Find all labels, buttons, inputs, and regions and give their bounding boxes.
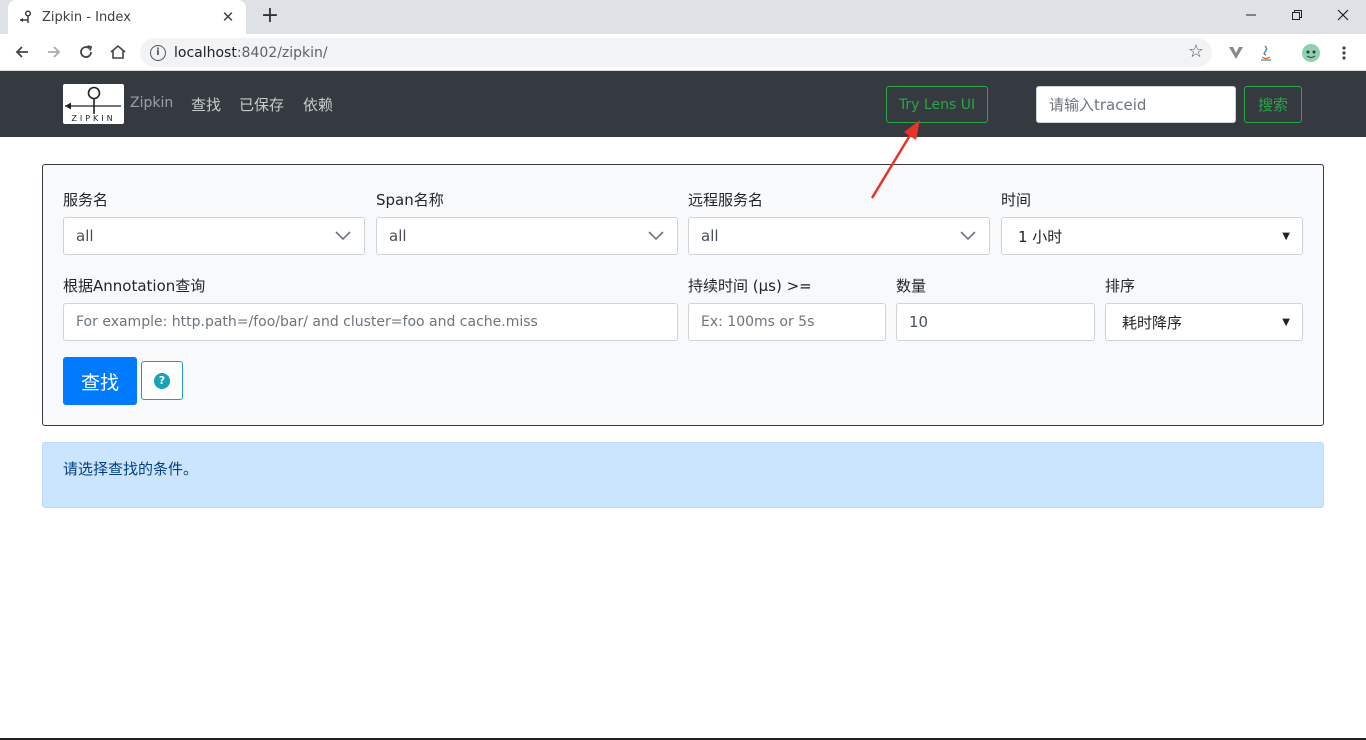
traceid-search-button[interactable]: 搜索 xyxy=(1244,86,1302,123)
limit-input[interactable]: 10 xyxy=(896,303,1095,341)
home-icon[interactable] xyxy=(106,40,130,64)
address-bar[interactable]: i localhost:8402/zipkin/ ☆ xyxy=(140,38,1212,67)
nav-link-dependencies[interactable]: 依赖 xyxy=(303,94,333,115)
min-duration-placeholder: Ex: 100ms or 5s xyxy=(701,314,815,330)
zipkin-logo[interactable]: ZIPKIN xyxy=(63,84,124,124)
caret-down-icon: ▼ xyxy=(1282,316,1290,328)
remote-service-value: all xyxy=(701,227,719,245)
minimize-icon[interactable] xyxy=(1228,0,1274,30)
extension-v-icon[interactable] xyxy=(1226,43,1246,63)
brand-name[interactable]: Zipkin xyxy=(130,95,173,111)
help-button[interactable]: ? xyxy=(141,361,183,400)
min-duration-label: 持续时间 (μs) >= xyxy=(688,277,812,295)
min-duration-input[interactable]: Ex: 100ms or 5s xyxy=(688,303,886,341)
tab-title: Zipkin - Index xyxy=(42,9,131,25)
url-host: localhost xyxy=(174,44,237,61)
back-icon[interactable] xyxy=(10,40,34,64)
restore-icon[interactable] xyxy=(1274,0,1320,30)
browser-toolbar: i localhost:8402/zipkin/ ☆ xyxy=(0,34,1366,71)
span-name-value: all xyxy=(389,227,407,245)
close-window-icon[interactable] xyxy=(1320,0,1366,30)
sort-label: 排序 xyxy=(1105,277,1136,295)
chevron-down-icon xyxy=(648,231,664,241)
app-navbar: ZIPKIN Zipkin 查找 已保存 依赖 Try Lens UI 搜索 xyxy=(0,71,1366,137)
question-circle-icon: ? xyxy=(154,372,170,389)
service-name-label: 服务名 xyxy=(63,191,109,209)
zipkin-logo-text: ZIPKIN xyxy=(71,114,116,123)
url-path: :8402/zipkin/ xyxy=(236,44,328,61)
service-name-value: all xyxy=(76,227,94,245)
find-traces-button[interactable]: 查找 xyxy=(63,357,137,405)
nav-link-find[interactable]: 查找 xyxy=(191,94,221,115)
traceid-input[interactable] xyxy=(1036,86,1236,123)
annotation-query-label: 根据Annotation查询 xyxy=(63,277,206,295)
chevron-down-icon xyxy=(335,231,351,241)
bookmark-star-icon[interactable]: ☆ xyxy=(1188,43,1204,61)
search-form: 服务名 Span名称 远程服务名 时间 all all all 1 小时 ▼ 根… xyxy=(42,164,1324,426)
limit-label: 数量 xyxy=(896,277,927,295)
chevron-down-icon xyxy=(960,231,976,241)
java-extension-icon[interactable] xyxy=(1256,43,1276,63)
nav-link-saved[interactable]: 已保存 xyxy=(239,94,284,115)
reload-icon[interactable] xyxy=(74,40,98,64)
site-info-icon[interactable]: i xyxy=(150,44,166,61)
span-name-label: Span名称 xyxy=(376,191,444,209)
remote-service-label: 远程服务名 xyxy=(688,191,764,209)
service-name-select[interactable]: all xyxy=(63,217,365,255)
browser-tabstrip: Zipkin - Index ✕ + xyxy=(0,0,1366,34)
forward-icon[interactable] xyxy=(42,40,66,64)
caret-down-icon: ▼ xyxy=(1282,230,1290,242)
info-alert: 请选择查找的条件。 xyxy=(42,442,1324,508)
zipkin-favicon-icon xyxy=(18,9,34,25)
profile-avatar-icon[interactable] xyxy=(1301,43,1321,63)
time-range-value: 1 小时 xyxy=(1018,227,1063,246)
browser-menu-icon[interactable] xyxy=(1334,43,1354,63)
annotation-query-placeholder: For example: http.path=/foo/bar/ and clu… xyxy=(76,314,538,330)
time-range-select[interactable]: 1 小时 ▼ xyxy=(1001,217,1303,255)
alert-message: 请选择查找的条件。 xyxy=(63,460,199,478)
annotation-query-input[interactable]: For example: http.path=/foo/bar/ and clu… xyxy=(63,303,678,341)
limit-value: 10 xyxy=(909,313,929,331)
tab-close-icon[interactable]: ✕ xyxy=(220,8,236,26)
try-lens-ui-button[interactable]: Try Lens UI xyxy=(886,86,988,123)
sort-value: 耗时降序 xyxy=(1122,313,1183,332)
remote-service-select[interactable]: all xyxy=(688,217,990,255)
sort-select[interactable]: 耗时降序 ▼ xyxy=(1105,303,1303,341)
span-name-select[interactable]: all xyxy=(376,217,678,255)
time-label: 时间 xyxy=(1001,191,1032,209)
browser-tab[interactable]: Zipkin - Index ✕ xyxy=(8,0,246,34)
new-tab-button[interactable]: + xyxy=(258,5,282,28)
